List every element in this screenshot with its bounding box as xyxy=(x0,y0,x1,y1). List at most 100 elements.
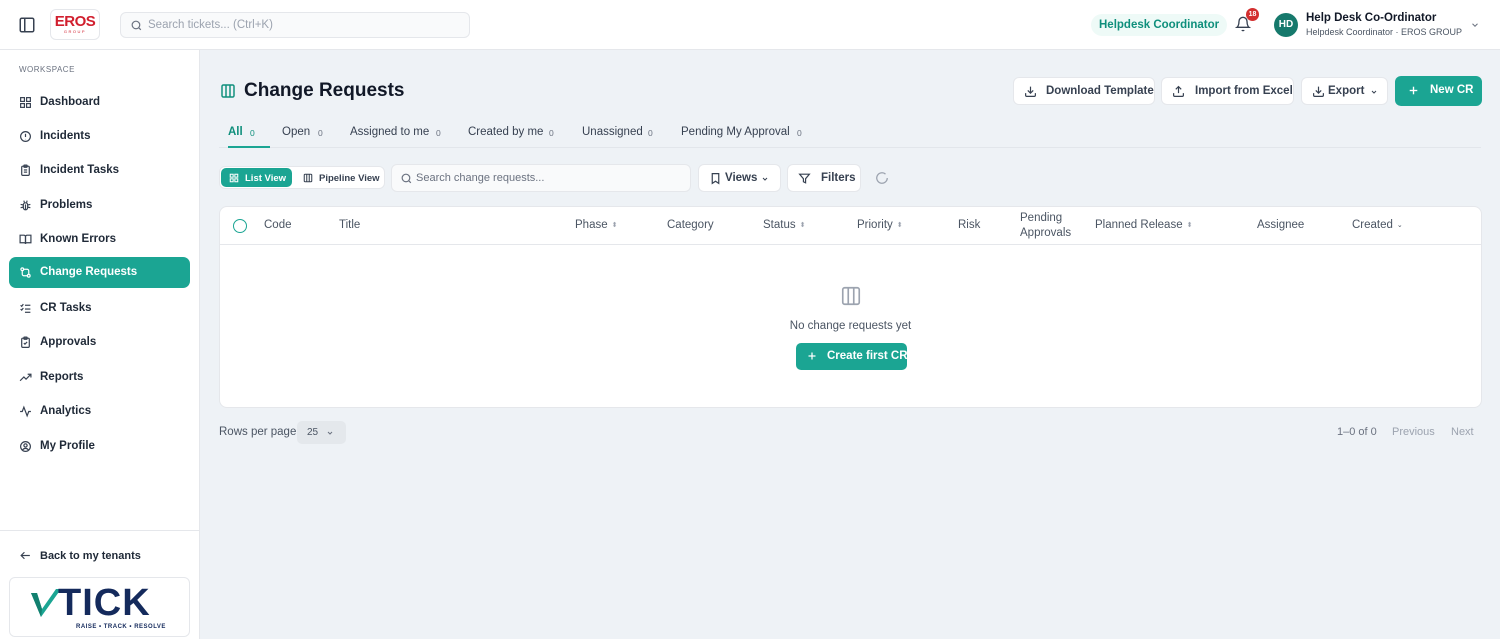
chevron-down-icon[interactable] xyxy=(1470,20,1480,30)
sidebar-item-change-requests[interactable]: Change Requests xyxy=(9,257,190,288)
download-template-label: Download Template xyxy=(1046,85,1154,97)
cr-search-input[interactable] xyxy=(416,165,686,191)
cr-search[interactable] xyxy=(391,164,691,192)
company-logo[interactable]: EROS GROUP xyxy=(50,9,100,40)
list-checks-icon xyxy=(19,302,32,315)
sidebar-item-known-errors[interactable]: Known Errors xyxy=(9,224,190,255)
import-excel-button[interactable]: Import from Excel xyxy=(1161,77,1294,105)
list-view-button[interactable]: List View xyxy=(221,168,292,187)
sidebar-item-label: My Profile xyxy=(40,440,95,452)
column-header-created[interactable]: Created ⌄ xyxy=(1352,219,1403,231)
column-header-planned-release[interactable]: Planned Release ⬍ xyxy=(1095,219,1192,231)
column-header-phase[interactable]: Phase ⬍ xyxy=(575,219,617,231)
column-header-label: Created xyxy=(1352,219,1393,231)
tab-label: Created by me xyxy=(468,126,544,138)
download-icon xyxy=(1312,85,1325,98)
sort-icon: ⬍ xyxy=(611,222,618,229)
filter-icon xyxy=(798,172,811,185)
sidebar-item-label: Analytics xyxy=(40,405,92,417)
column-header-priority[interactable]: Priority ⬍ xyxy=(857,219,903,231)
back-link-label: Back to my tenants xyxy=(40,550,141,562)
page-title: Change Requests xyxy=(244,80,405,101)
new-cr-label: New CR xyxy=(1430,84,1474,96)
rows-per-page-label: Rows per page xyxy=(219,426,297,438)
sidebar-toggle-icon[interactable] xyxy=(18,16,36,34)
loading-spinner-icon[interactable] xyxy=(875,171,889,185)
column-header-status[interactable]: Status ⬍ xyxy=(763,219,805,231)
sidebar-item-dashboard[interactable]: Dashboard xyxy=(9,87,190,118)
sidebar-item-approvals[interactable]: Approvals xyxy=(9,327,190,358)
tab-assigned-to-me[interactable]: Assigned to me 0 xyxy=(350,119,448,148)
bookmark-icon xyxy=(709,172,722,185)
column-header-label: Status xyxy=(763,219,796,231)
export-label: Export xyxy=(1328,85,1365,97)
create-first-cr-label: Create first CR xyxy=(827,350,908,362)
tab-count: 0 xyxy=(436,128,441,138)
role-badge[interactable]: Helpdesk Coordinator xyxy=(1091,14,1228,36)
tab-label: Assigned to me xyxy=(350,126,430,138)
global-search[interactable] xyxy=(120,12,470,38)
select-all-checkbox[interactable] xyxy=(233,219,247,233)
sidebar-item-label: CR Tasks xyxy=(40,302,92,314)
rows-per-page-value: 25 xyxy=(307,427,319,438)
sidebar: WORKSPACE Dashboard Incidents Incident T… xyxy=(0,50,200,639)
clipboard-check-icon xyxy=(19,336,32,349)
global-search-input[interactable] xyxy=(148,13,463,37)
column-header-code: Code xyxy=(264,219,292,231)
views-dropdown[interactable]: Views xyxy=(698,164,781,192)
pipeline-view-button[interactable]: Pipeline View xyxy=(295,168,383,187)
tab-unassigned[interactable]: Unassigned 0 xyxy=(582,119,658,148)
download-template-button[interactable]: Download Template xyxy=(1013,77,1155,105)
column-header-label: Planned Release xyxy=(1095,219,1183,231)
sort-icon: ⬍ xyxy=(1186,222,1193,229)
sidebar-item-label: Change Requests xyxy=(40,266,138,278)
tab-count: 0 xyxy=(549,128,554,138)
dashboard-icon xyxy=(19,96,32,109)
column-header-title: Title xyxy=(339,219,361,231)
create-first-cr-button[interactable]: Create first CR xyxy=(796,343,908,370)
sidebar-item-reports[interactable]: Reports xyxy=(9,362,190,393)
sidebar-item-label: Problems xyxy=(40,199,93,211)
tab-created-by-me[interactable]: Created by me 0 xyxy=(468,119,560,148)
brand-name: TICK xyxy=(58,582,151,624)
column-header-assignee: Assignee xyxy=(1257,219,1305,231)
chevron-down-icon xyxy=(761,175,769,183)
back-to-tenants-link[interactable]: Back to my tenants xyxy=(9,542,190,570)
sidebar-item-my-profile[interactable]: My Profile xyxy=(9,431,190,462)
chevron-down-icon xyxy=(326,429,334,437)
sidebar-item-analytics[interactable]: Analytics xyxy=(9,396,190,427)
sidebar-item-incidents[interactable]: Incidents xyxy=(9,121,190,152)
previous-page-button[interactable]: Previous xyxy=(1392,426,1435,438)
columns-icon xyxy=(840,285,862,307)
column-header-label: Phase xyxy=(575,219,608,231)
alert-circle-icon xyxy=(19,130,32,143)
avatar[interactable]: HD xyxy=(1274,13,1298,37)
activity-icon xyxy=(19,405,32,418)
sidebar-item-incident-tasks[interactable]: Incident Tasks xyxy=(9,155,190,186)
table-header: Code Title Phase ⬍ Category Status ⬍ Prior… xyxy=(220,207,1481,245)
user-name[interactable]: Help Desk Co-Ordinator xyxy=(1306,12,1436,24)
export-button[interactable]: Export xyxy=(1301,77,1388,105)
tab-all[interactable]: All 0 xyxy=(228,119,270,148)
search-icon xyxy=(130,19,143,32)
list-view-label: List View xyxy=(245,173,287,184)
sidebar-item-label: Known Errors xyxy=(40,233,117,245)
new-cr-button[interactable]: New CR xyxy=(1395,76,1482,106)
pipeline-view-label: Pipeline View xyxy=(319,173,380,184)
sidebar-item-label: Incident Tasks xyxy=(40,164,120,176)
chevron-down-icon xyxy=(1370,88,1378,96)
rows-per-page-select[interactable]: 25 xyxy=(297,421,346,444)
list-grid-icon xyxy=(229,173,239,183)
sidebar-item-problems[interactable]: Problems xyxy=(9,190,190,221)
sort-desc-icon: ⌄ xyxy=(1396,222,1403,229)
tab-label: Open xyxy=(282,126,311,138)
sidebar-item-cr-tasks[interactable]: CR Tasks xyxy=(9,293,190,324)
tab-pending-my-approval[interactable]: Pending My Approval 0 xyxy=(681,119,809,148)
filters-button[interactable]: Filters xyxy=(787,164,861,192)
next-page-button[interactable]: Next xyxy=(1451,426,1474,438)
notification-count-badge: 18 xyxy=(1246,8,1259,21)
tab-open[interactable]: Open 0 xyxy=(282,119,330,148)
plus-icon xyxy=(1407,84,1420,97)
sort-icon: ⬍ xyxy=(799,222,806,229)
user-subtitle: Helpdesk Coordinator · EROS GROUP xyxy=(1306,27,1463,37)
